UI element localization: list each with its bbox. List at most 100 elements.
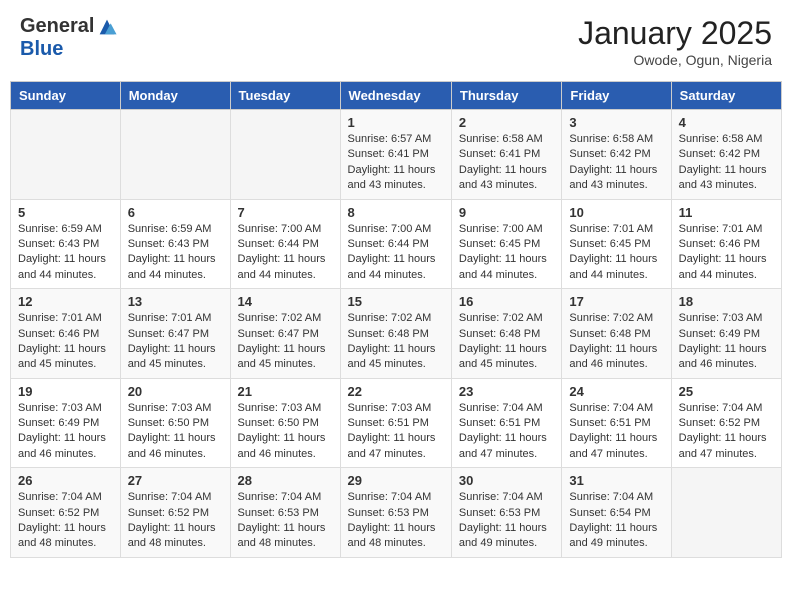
location-text: Owode, Ogun, Nigeria — [578, 52, 772, 68]
day-info: Sunrise: 7:04 AM Sunset: 6:51 PM Dayligh… — [569, 401, 663, 463]
day-info: Sunrise: 7:04 AM Sunset: 6:53 PM Dayligh… — [238, 490, 333, 552]
day-number: 22 — [348, 384, 444, 399]
day-info: Sunrise: 7:04 AM Sunset: 6:54 PM Dayligh… — [569, 490, 663, 552]
calendar-cell: 14 Sunrise: 7:02 AM Sunset: 6:47 PM Dayli… — [230, 289, 340, 379]
day-number: 3 — [569, 115, 663, 130]
calendar-week-row: 19 Sunrise: 7:03 AM Sunset: 6:49 PM Dayli… — [11, 378, 782, 468]
day-number: 16 — [459, 294, 554, 309]
calendar-cell — [230, 110, 340, 200]
weekday-header-row: SundayMondayTuesdayWednesdayThursdayFrid… — [11, 82, 782, 110]
day-number: 23 — [459, 384, 554, 399]
day-number: 6 — [128, 205, 223, 220]
calendar-cell: 28 Sunrise: 7:04 AM Sunset: 6:53 PM Dayli… — [230, 468, 340, 558]
calendar-cell — [671, 468, 781, 558]
day-number: 24 — [569, 384, 663, 399]
day-info: Sunrise: 7:04 AM Sunset: 6:52 PM Dayligh… — [18, 490, 113, 552]
calendar-cell: 8Sunrise: 7:00 AM Sunset: 6:44 PM Daylig… — [340, 199, 451, 289]
day-info: Sunrise: 7:02 AM Sunset: 6:48 PM Dayligh… — [569, 311, 663, 373]
day-info: Sunrise: 7:04 AM Sunset: 6:52 PM Dayligh… — [679, 401, 774, 463]
day-info: Sunrise: 7:00 AM Sunset: 6:44 PM Dayligh… — [348, 222, 444, 284]
calendar-cell: 24 Sunrise: 7:04 AM Sunset: 6:51 PM Dayli… — [562, 378, 671, 468]
day-number: 17 — [569, 294, 663, 309]
weekday-header: Thursday — [451, 82, 561, 110]
day-info: Sunrise: 7:01 AM Sunset: 6:46 PM Dayligh… — [18, 311, 113, 373]
day-number: 19 — [18, 384, 113, 399]
calendar-body: 1Sunrise: 6:57 AM Sunset: 6:41 PM Daylig… — [11, 110, 782, 558]
day-info: Sunrise: 6:59 AM Sunset: 6:43 PM Dayligh… — [18, 222, 113, 284]
calendar-table: SundayMondayTuesdayWednesdayThursdayFrid… — [10, 81, 782, 558]
weekday-header: Monday — [120, 82, 230, 110]
day-number: 10 — [569, 205, 663, 220]
calendar-cell: 22 Sunrise: 7:03 AM Sunset: 6:51 PM Dayli… — [340, 378, 451, 468]
day-info: Sunrise: 7:04 AM Sunset: 6:52 PM Dayligh… — [128, 490, 223, 552]
day-info: Sunrise: 7:02 AM Sunset: 6:47 PM Dayligh… — [238, 311, 333, 373]
day-number: 14 — [238, 294, 333, 309]
calendar-cell: 13 Sunrise: 7:01 AM Sunset: 6:47 PM Dayli… — [120, 289, 230, 379]
day-number: 20 — [128, 384, 223, 399]
title-section: January 2025 Owode, Ogun, Nigeria — [578, 15, 772, 68]
day-number: 9 — [459, 205, 554, 220]
day-number: 27 — [128, 473, 223, 488]
day-number: 4 — [679, 115, 774, 130]
day-number: 13 — [128, 294, 223, 309]
day-number: 15 — [348, 294, 444, 309]
day-info: Sunrise: 7:04 AM Sunset: 6:51 PM Dayligh… — [459, 401, 554, 463]
weekday-header: Tuesday — [230, 82, 340, 110]
logo-general-text: General — [20, 15, 94, 38]
day-number: 2 — [459, 115, 554, 130]
day-number: 31 — [569, 473, 663, 488]
weekday-header: Saturday — [671, 82, 781, 110]
day-number: 7 — [238, 205, 333, 220]
weekday-header: Friday — [562, 82, 671, 110]
calendar-cell: 10Sunrise: 7:01 AM Sunset: 6:45 PM Dayli… — [562, 199, 671, 289]
calendar-cell: 2Sunrise: 6:58 AM Sunset: 6:41 PM Daylig… — [451, 110, 561, 200]
day-info: Sunrise: 6:58 AM Sunset: 6:42 PM Dayligh… — [569, 132, 663, 194]
calendar-cell: 4 Sunrise: 6:58 AM Sunset: 6:42 PM Daylig… — [671, 110, 781, 200]
day-info: Sunrise: 7:02 AM Sunset: 6:48 PM Dayligh… — [459, 311, 554, 373]
day-info: Sunrise: 6:58 AM Sunset: 6:42 PM Dayligh… — [679, 132, 774, 194]
calendar-cell: 26 Sunrise: 7:04 AM Sunset: 6:52 PM Dayli… — [11, 468, 121, 558]
day-info: Sunrise: 7:00 AM Sunset: 6:44 PM Dayligh… — [238, 222, 333, 284]
calendar-cell: 12 Sunrise: 7:01 AM Sunset: 6:46 PM Dayli… — [11, 289, 121, 379]
logo-blue-text: Blue — [20, 38, 63, 61]
calendar-week-row: 5 Sunrise: 6:59 AM Sunset: 6:43 PM Daylig… — [11, 199, 782, 289]
calendar-cell: 5 Sunrise: 6:59 AM Sunset: 6:43 PM Daylig… — [11, 199, 121, 289]
day-number: 12 — [18, 294, 113, 309]
day-info: Sunrise: 7:02 AM Sunset: 6:48 PM Dayligh… — [348, 311, 444, 373]
weekday-header: Wednesday — [340, 82, 451, 110]
calendar-cell: 3 Sunrise: 6:58 AM Sunset: 6:42 PM Daylig… — [562, 110, 671, 200]
calendar-cell: 6Sunrise: 6:59 AM Sunset: 6:43 PM Daylig… — [120, 199, 230, 289]
calendar-cell: 23 Sunrise: 7:04 AM Sunset: 6:51 PM Dayli… — [451, 378, 561, 468]
calendar-cell: 31 Sunrise: 7:04 AM Sunset: 6:54 PM Dayli… — [562, 468, 671, 558]
day-number: 26 — [18, 473, 113, 488]
calendar-cell — [11, 110, 121, 200]
day-number: 30 — [459, 473, 554, 488]
calendar-cell: 29Sunrise: 7:04 AM Sunset: 6:53 PM Dayli… — [340, 468, 451, 558]
calendar-week-row: 12 Sunrise: 7:01 AM Sunset: 6:46 PM Dayli… — [11, 289, 782, 379]
calendar-week-row: 26 Sunrise: 7:04 AM Sunset: 6:52 PM Dayli… — [11, 468, 782, 558]
day-info: Sunrise: 7:04 AM Sunset: 6:53 PM Dayligh… — [348, 490, 444, 552]
day-info: Sunrise: 7:04 AM Sunset: 6:53 PM Dayligh… — [459, 490, 554, 552]
calendar-cell: 19 Sunrise: 7:03 AM Sunset: 6:49 PM Dayli… — [11, 378, 121, 468]
calendar-cell: 18Sunrise: 7:03 AM Sunset: 6:49 PM Dayli… — [671, 289, 781, 379]
day-number: 1 — [348, 115, 444, 130]
calendar-cell: 30 Sunrise: 7:04 AM Sunset: 6:53 PM Dayli… — [451, 468, 561, 558]
day-info: Sunrise: 7:01 AM Sunset: 6:47 PM Dayligh… — [128, 311, 223, 373]
day-info: Sunrise: 7:03 AM Sunset: 6:50 PM Dayligh… — [238, 401, 333, 463]
day-number: 25 — [679, 384, 774, 399]
calendar-cell: 21 Sunrise: 7:03 AM Sunset: 6:50 PM Dayli… — [230, 378, 340, 468]
day-number: 5 — [18, 205, 113, 220]
calendar-cell: 25 Sunrise: 7:04 AM Sunset: 6:52 PM Dayli… — [671, 378, 781, 468]
day-info: Sunrise: 7:03 AM Sunset: 6:49 PM Dayligh… — [18, 401, 113, 463]
day-info: Sunrise: 7:03 AM Sunset: 6:51 PM Dayligh… — [348, 401, 444, 463]
day-number: 28 — [238, 473, 333, 488]
calendar-week-row: 1Sunrise: 6:57 AM Sunset: 6:41 PM Daylig… — [11, 110, 782, 200]
day-number: 21 — [238, 384, 333, 399]
day-info: Sunrise: 7:00 AM Sunset: 6:45 PM Dayligh… — [459, 222, 554, 284]
day-info: Sunrise: 7:03 AM Sunset: 6:49 PM Dayligh… — [679, 311, 774, 373]
calendar-cell: 16 Sunrise: 7:02 AM Sunset: 6:48 PM Dayli… — [451, 289, 561, 379]
calendar-cell: 15 Sunrise: 7:02 AM Sunset: 6:48 PM Dayli… — [340, 289, 451, 379]
day-info: Sunrise: 7:03 AM Sunset: 6:50 PM Dayligh… — [128, 401, 223, 463]
calendar-cell: 17 Sunrise: 7:02 AM Sunset: 6:48 PM Dayli… — [562, 289, 671, 379]
calendar-cell — [120, 110, 230, 200]
